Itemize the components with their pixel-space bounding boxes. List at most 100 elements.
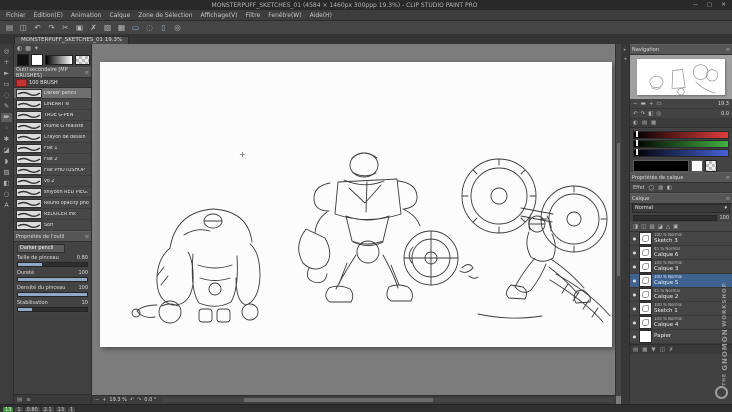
- rotate-left-icon[interactable]: ↶: [633, 111, 638, 117]
- rotate-left-icon[interactable]: ↶: [130, 397, 134, 403]
- main-color-swatch[interactable]: [17, 54, 29, 66]
- menu-item[interactable]: Affichage(V): [201, 12, 238, 19]
- blue-slider-handle[interactable]: [636, 149, 638, 155]
- green-channel-slider[interactable]: [633, 140, 729, 148]
- reset-view-icon[interactable]: ◎: [656, 111, 661, 117]
- gradient-tool-icon[interactable]: ◧: [1, 179, 12, 188]
- slider-track[interactable]: [17, 277, 88, 282]
- layer-visibility-icon[interactable]: ●: [632, 292, 637, 297]
- grid-icon[interactable]: ▦: [117, 22, 126, 34]
- move-tool-icon[interactable]: +: [1, 58, 12, 67]
- canvas-area[interactable]: + − + 19.3 % ↶ ↷ 0.0 °: [92, 44, 621, 404]
- zoom-mode-icon[interactable]: ◎: [173, 22, 182, 34]
- tool-slider[interactable]: Densité du pinceau 100: [14, 284, 91, 299]
- layer-visibility-icon[interactable]: ●: [632, 334, 637, 339]
- palette-icon[interactable]: ▣: [673, 224, 678, 230]
- brush-item[interactable]: vo 2: [14, 176, 91, 187]
- new-file-icon[interactable]: ▤: [5, 22, 14, 34]
- eraser-tool-icon[interactable]: ◪: [1, 146, 12, 155]
- opacity-slider[interactable]: [633, 214, 718, 221]
- tool-slider[interactable]: Dureté 100: [14, 269, 91, 284]
- maximize-button[interactable]: ▢: [703, 1, 716, 9]
- layer-row[interactable]: ● 100 % Normal Sketch 1: [630, 302, 732, 316]
- menu-item[interactable]: Fichier: [6, 12, 26, 19]
- menu-item[interactable]: Animation: [71, 12, 102, 19]
- menu-item[interactable]: Filtre: [246, 12, 261, 19]
- current-color-swatch[interactable]: [633, 159, 689, 172]
- panel-menu-icon[interactable]: ≡: [85, 234, 89, 240]
- blend-mode-icon[interactable]: ◨: [633, 224, 638, 230]
- zoom-slider[interactable]: ▬: [641, 101, 646, 107]
- selection-lasso-icon[interactable]: ◌: [145, 22, 154, 34]
- slider-track[interactable]: [17, 292, 88, 297]
- gradient-bar[interactable]: [45, 55, 73, 65]
- collapse-panels-icon[interactable]: ▸: [624, 47, 627, 53]
- layer-visibility-icon[interactable]: ●: [632, 320, 637, 325]
- lock-layer-icon[interactable]: ◫: [641, 224, 646, 230]
- layer-row[interactable]: ● Papier: [630, 330, 732, 344]
- lock-transparency-icon[interactable]: ▨: [649, 224, 654, 230]
- text-tool-icon[interactable]: A: [1, 201, 12, 210]
- transfer-icon[interactable]: ◫: [660, 347, 665, 353]
- add-subtool-icon[interactable]: ▤: [17, 397, 22, 403]
- brush-item[interactable]: Flat PHOTOSHOP: [14, 165, 91, 176]
- selection-rect-icon[interactable]: ▭: [131, 22, 140, 34]
- new-folder-icon[interactable]: ▦: [642, 347, 647, 353]
- layer-visibility-icon[interactable]: ●: [632, 306, 637, 311]
- airbrush-tool-icon[interactable]: ◦: [1, 124, 12, 133]
- zoom-out-icon[interactable]: −: [633, 101, 638, 107]
- brush-item[interactable]: Flat 1: [14, 143, 91, 154]
- color-set-icon[interactable]: ▦: [25, 45, 31, 52]
- brush-item[interactable]: Crayon de dessin: [14, 132, 91, 143]
- lasso-tool-icon[interactable]: ◌: [1, 91, 12, 100]
- navigator-preview[interactable]: [630, 55, 732, 99]
- undo-icon[interactable]: ↶: [33, 22, 42, 34]
- mask-icon[interactable]: ◪: [658, 224, 663, 230]
- layer-visibility-icon[interactable]: ●: [632, 250, 637, 255]
- pencil-tool-icon[interactable]: ✏: [1, 113, 12, 122]
- transparent-color-swatch[interactable]: [75, 55, 90, 65]
- brush-item[interactable]: TRUE G-PEN: [14, 110, 91, 121]
- red-channel-slider[interactable]: [633, 131, 729, 139]
- deselect-icon[interactable]: ▯: [159, 22, 168, 34]
- pen-tool-icon[interactable]: ✎: [1, 102, 12, 111]
- brush-item[interactable]: Darker pencil: [14, 88, 91, 99]
- cut-icon[interactable]: ✂: [61, 22, 70, 34]
- brush-item[interactable]: Plume G réaliste: [14, 121, 91, 132]
- layer-visibility-icon[interactable]: ●: [632, 278, 637, 283]
- layer-visibility-icon[interactable]: ●: [632, 236, 637, 241]
- brush-item[interactable]: LINEART N: [14, 99, 91, 110]
- slider-track[interactable]: [17, 307, 88, 312]
- copy-icon[interactable]: ▣: [75, 22, 84, 34]
- layer-row[interactable]: ● 100 % Normal Calque 3: [630, 260, 732, 274]
- merge-down-icon[interactable]: ▼: [651, 347, 655, 353]
- redo-icon[interactable]: ↷: [47, 22, 56, 34]
- green-slider-handle[interactable]: [636, 140, 638, 146]
- panel-menu-icon[interactable]: ≡: [726, 196, 730, 202]
- operation-tool-icon[interactable]: ►: [1, 69, 12, 78]
- border-effect-icon[interactable]: ◯: [649, 185, 655, 191]
- color-set-tab-icon[interactable]: ▦: [651, 120, 656, 126]
- close-button[interactable]: ✕: [717, 1, 730, 9]
- save-icon[interactable]: ◫: [19, 22, 28, 34]
- blue-channel-slider[interactable]: [633, 149, 729, 157]
- canvas-page[interactable]: [100, 62, 612, 347]
- settings-icon[interactable]: ≡: [26, 397, 31, 403]
- selection-tool-icon[interactable]: ▭: [1, 80, 12, 89]
- red-slider-handle[interactable]: [636, 131, 638, 137]
- layer-visibility-icon[interactable]: ●: [632, 264, 637, 269]
- brush-item[interactable]: REDUCER ink: [14, 209, 91, 220]
- minimize-button[interactable]: —: [689, 1, 702, 9]
- color-wheel-icon[interactable]: ◐: [17, 45, 22, 52]
- zoom-out-icon[interactable]: −: [95, 397, 99, 403]
- decoration-tool-icon[interactable]: ✱: [1, 135, 12, 144]
- brush-group-row[interactable]: 100 BRUSH: [14, 78, 91, 88]
- sub-color-swatch[interactable]: [31, 54, 43, 66]
- layer-row[interactable]: ● 100 % Normal Sketch 3: [630, 232, 732, 246]
- tone-effect-icon[interactable]: ▨: [658, 185, 663, 191]
- eyedropper-icon[interactable]: ✦: [34, 45, 39, 52]
- document-tab[interactable]: MONSTERPUFF_SKETCHES_01 19.3%: [14, 36, 130, 44]
- layer-row[interactable]: ● 100 % Normal Calque 4: [630, 316, 732, 330]
- zoom-in-icon[interactable]: +: [102, 397, 106, 403]
- menu-item[interactable]: Aide(H): [310, 12, 332, 19]
